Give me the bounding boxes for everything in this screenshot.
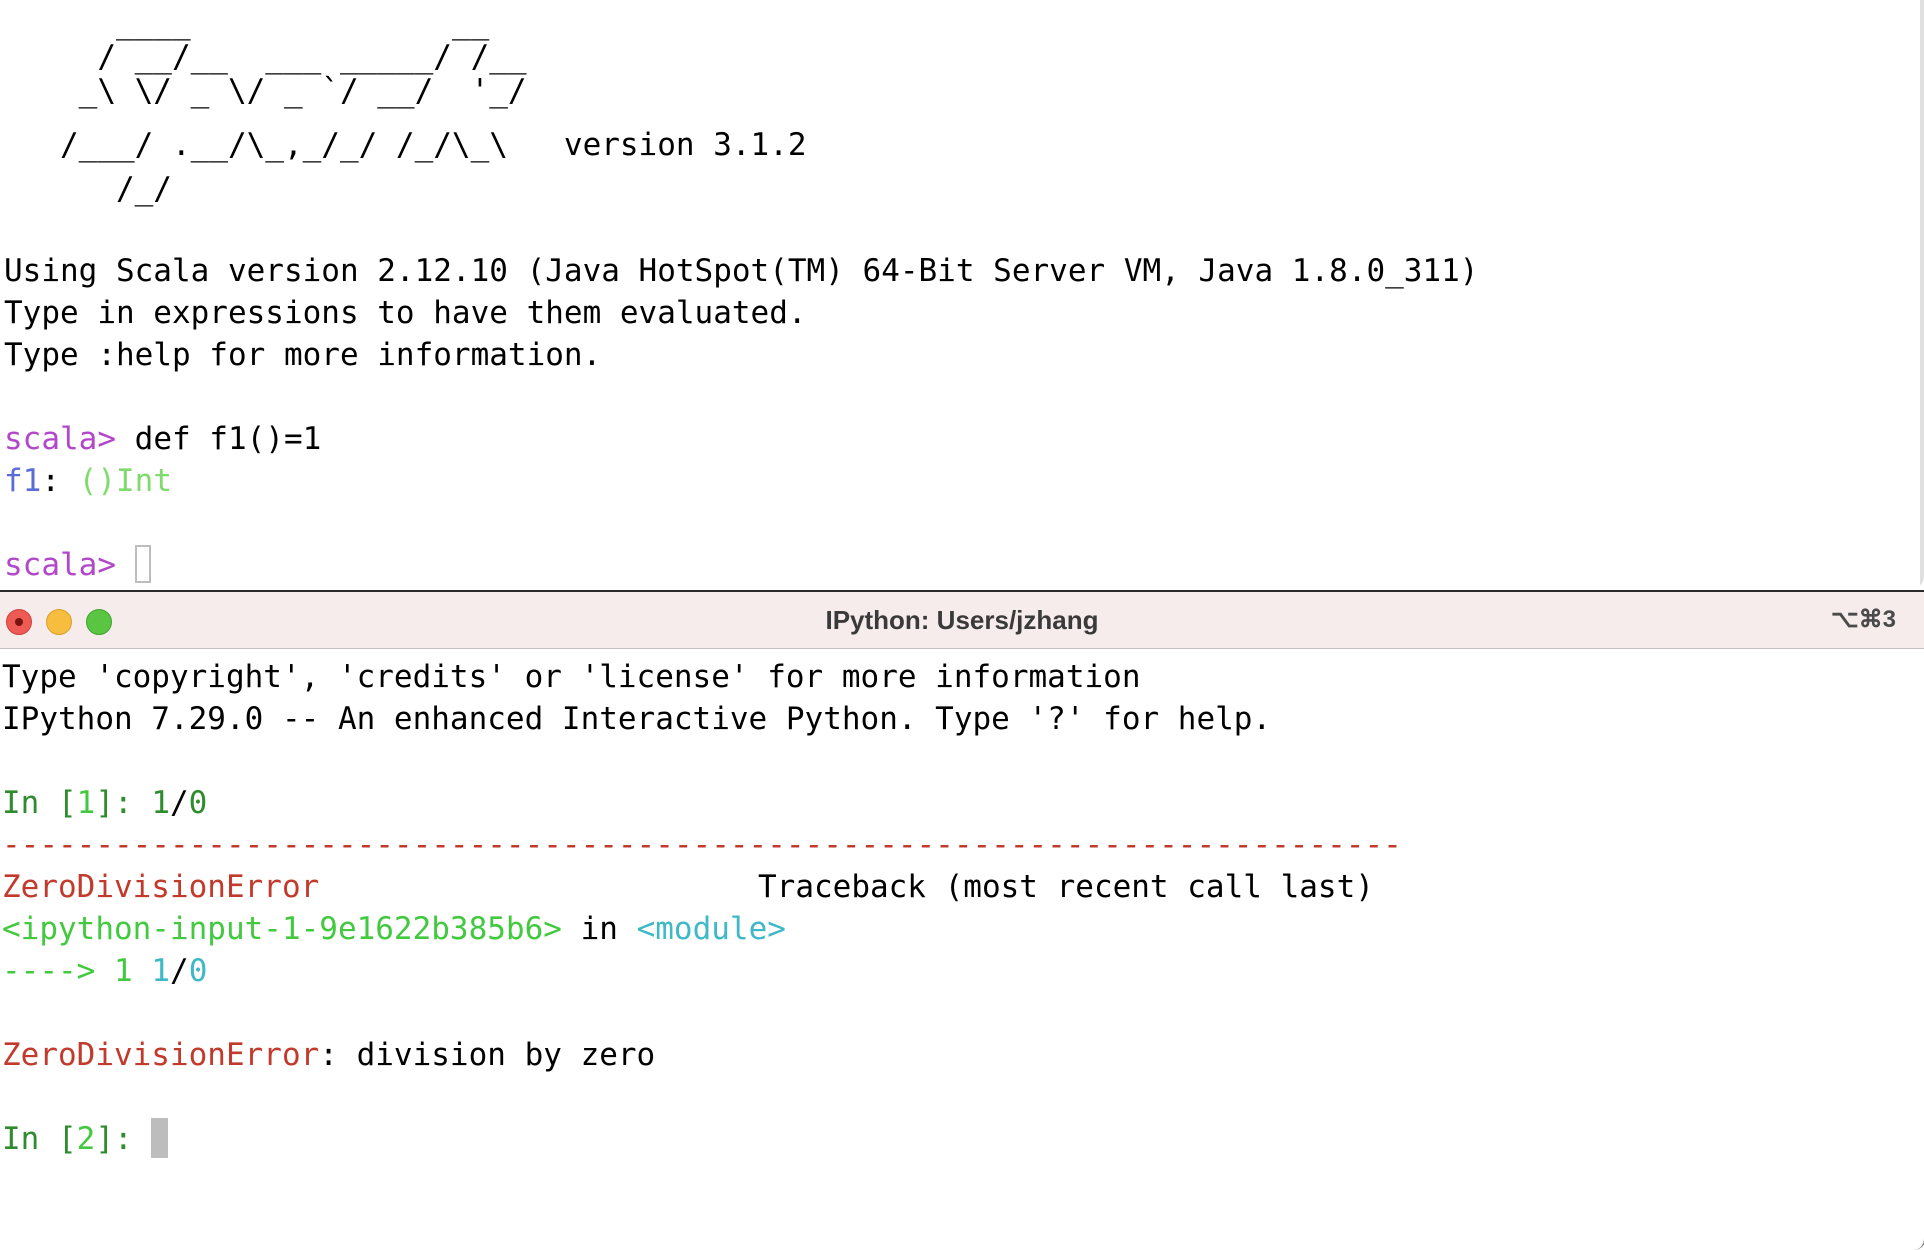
traceback-label: Traceback (most recent call last) [758, 869, 1374, 905]
scala-command-line: scala> def f1()=1 [4, 418, 321, 460]
scala-prompt: scala> [4, 547, 116, 583]
error-name: ZeroDivisionError [2, 869, 320, 905]
text-cursor[interactable] [151, 1118, 169, 1158]
traceback-location: <ipython-input-1-9e1622b385b6> in <modul… [2, 911, 786, 947]
window-title: IPython: Users/jzhang [825, 605, 1099, 635]
ipython-header-line: IPython 7.29.0 -- An enhanced Interactiv… [2, 701, 1272, 737]
scala-prompt: scala> [4, 421, 116, 457]
scala-info-line: Type in expressions to have them evaluat… [4, 295, 807, 331]
input-prompt-1: In [1]: 1/0 [2, 785, 208, 821]
traceback-header: ZeroDivisionError [2, 866, 319, 908]
input-ref: <ipython-input-1-9e1622b385b6> [2, 911, 562, 947]
scala-info-line: Type :help for more information. [4, 337, 602, 373]
ipython-header-line: Type 'copyright', 'credits' or 'license'… [2, 659, 1141, 695]
window-shortcut: ⌥⌘3 [1830, 606, 1896, 633]
scala-result-line: f1: ()Int [4, 460, 172, 502]
window-edge [1920, 0, 1924, 590]
spark-banner-line: /_/ [4, 171, 172, 207]
scala-terminal[interactable]: ____ __ / __/__ ___ _____/ /__ _\ \/ _ \… [0, 0, 1924, 590]
scala-active-prompt-line[interactable]: scala> [4, 544, 151, 586]
spark-banner-line: _\ \/ _ \/ _ `/ __/ '_/ [4, 73, 527, 109]
text-cursor[interactable] [134, 545, 151, 583]
error-name: ZeroDivisionError [2, 1037, 320, 1073]
input-prompt-2[interactable]: In [2]: [2, 1118, 169, 1160]
error-message-line: ZeroDivisionError: division by zero [2, 1034, 655, 1076]
result-type: ()Int [78, 463, 172, 499]
ipython-window[interactable]: IPython: Users/jzhang ⌥⌘3 Type 'copyrigh… [0, 590, 1924, 1250]
traceback-separator: ----------------------------------------… [2, 827, 1402, 863]
traceback-arrow-line: ----> 1 1/0 [2, 953, 208, 989]
spark-banner-line: /___/ .__/\_,_/_/ /_/\_\ version 3.1.2 [4, 127, 807, 163]
scala-command: def f1()=1 [134, 421, 322, 457]
result-separator: : [41, 463, 60, 499]
scala-info-line: Using Scala version 2.12.10 (Java HotSpo… [4, 253, 1479, 289]
result-name: f1 [4, 463, 42, 499]
window-titlebar[interactable]: IPython: Users/jzhang ⌥⌘3 [0, 592, 1924, 649]
module-ref: <module> [636, 911, 786, 947]
error-message: : division by zero [319, 1037, 656, 1073]
